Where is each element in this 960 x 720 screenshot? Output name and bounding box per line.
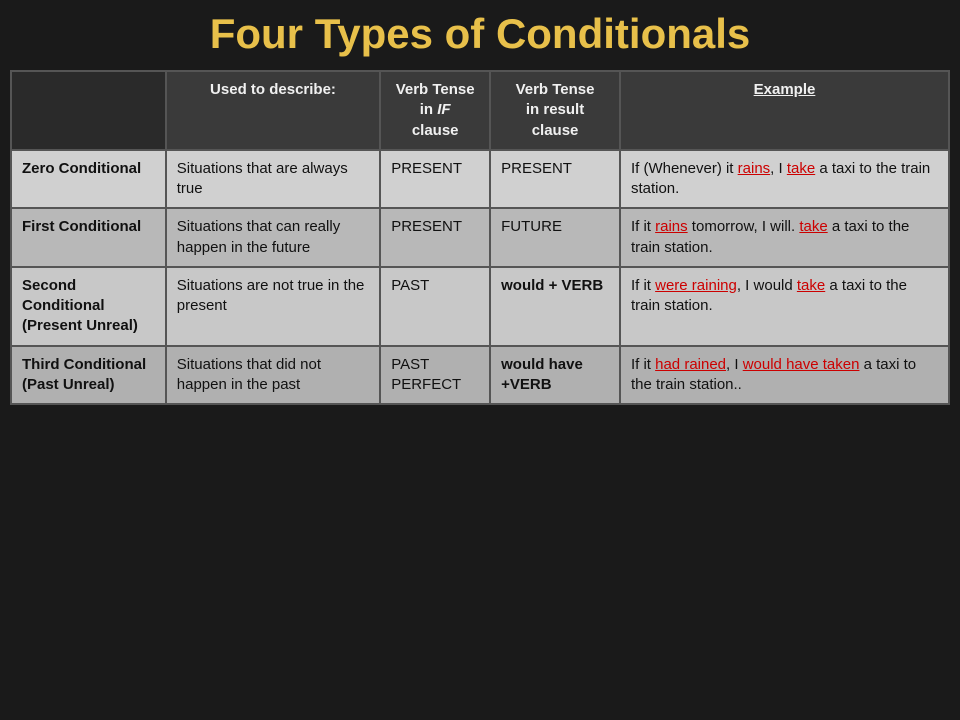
if-tense-second: PAST	[380, 267, 490, 346]
example-zero: If (Whenever) it rains, I take a taxi to…	[620, 150, 949, 209]
table-row-zero: Zero Conditional Situations that are alw…	[11, 150, 949, 209]
example-third-text: If it had rained, I would have taken a t…	[631, 356, 916, 393]
result-tense-second: would + VERB	[490, 267, 620, 346]
header-result-text: Verb Tensein resultclause	[516, 81, 595, 139]
example-zero-text: If (Whenever) it rains, I take a taxi to…	[631, 160, 930, 197]
if-tense-third: PAST PERFECT	[380, 346, 490, 405]
example-zero-red2: take	[787, 160, 815, 177]
header-if-text: Verb Tense in IF clause	[396, 81, 475, 139]
page-title: Four Types of Conditionals	[10, 10, 950, 58]
result-second-text: would + VERB	[501, 277, 603, 294]
result-tense-first: FUTURE	[490, 208, 620, 267]
table-row-third: Third Conditional (Past Unreal) Situatio…	[11, 346, 949, 405]
example-third-red1: had rained	[655, 356, 726, 373]
if-tense-first: PRESENT	[380, 208, 490, 267]
header-col-result: Verb Tensein resultclause	[490, 71, 620, 150]
type-zero-label: Zero Conditional	[22, 160, 141, 177]
example-third-red2: would have taken	[743, 356, 860, 373]
example-second-red1: were raining	[655, 277, 737, 294]
example-first-red1: rains	[655, 218, 688, 235]
type-second: Second Conditional (Present Unreal)	[11, 267, 166, 346]
header-col-empty	[11, 71, 166, 150]
example-first: If it rains tomorrow, I will. take a tax…	[620, 208, 949, 267]
type-second-label: Second Conditional (Present Unreal)	[22, 277, 138, 335]
example-first-red2: take	[799, 218, 827, 235]
type-zero: Zero Conditional	[11, 150, 166, 209]
table-row-second: Second Conditional (Present Unreal) Situ…	[11, 267, 949, 346]
header-example-text: Example	[754, 81, 816, 98]
example-second-red2: take	[797, 277, 825, 294]
type-third: Third Conditional (Past Unreal)	[11, 346, 166, 405]
example-second-text: If it were raining, I would take a taxi …	[631, 277, 907, 314]
type-first: First Conditional	[11, 208, 166, 267]
result-third-text: would have +VERB	[501, 356, 583, 393]
if-tense-zero: PRESENT	[380, 150, 490, 209]
desc-first: Situations that can really happen in the…	[166, 208, 380, 267]
table-row-first: First Conditional Situations that can re…	[11, 208, 949, 267]
page: Four Types of Conditionals Used to descr…	[0, 0, 960, 720]
desc-zero: Situations that are always true	[166, 150, 380, 209]
example-zero-red1: rains	[738, 160, 771, 177]
example-third: If it had rained, I would have taken a t…	[620, 346, 949, 405]
desc-third: Situations that did not happen in the pa…	[166, 346, 380, 405]
table-header-row: Used to describe: Verb Tense in IF claus…	[11, 71, 949, 150]
type-third-label: Third Conditional (Past Unreal)	[22, 356, 146, 393]
table-wrapper: Used to describe: Verb Tense in IF claus…	[10, 70, 950, 405]
result-tense-third: would have +VERB	[490, 346, 620, 405]
conditionals-table: Used to describe: Verb Tense in IF claus…	[10, 70, 950, 405]
header-col-describe: Used to describe:	[166, 71, 380, 150]
example-second: If it were raining, I would take a taxi …	[620, 267, 949, 346]
desc-second: Situations are not true in the present	[166, 267, 380, 346]
type-first-label: First Conditional	[22, 218, 141, 235]
header-col-if: Verb Tense in IF clause	[380, 71, 490, 150]
result-tense-zero: PRESENT	[490, 150, 620, 209]
example-first-text: If it rains tomorrow, I will. take a tax…	[631, 218, 909, 255]
header-col-example: Example	[620, 71, 949, 150]
